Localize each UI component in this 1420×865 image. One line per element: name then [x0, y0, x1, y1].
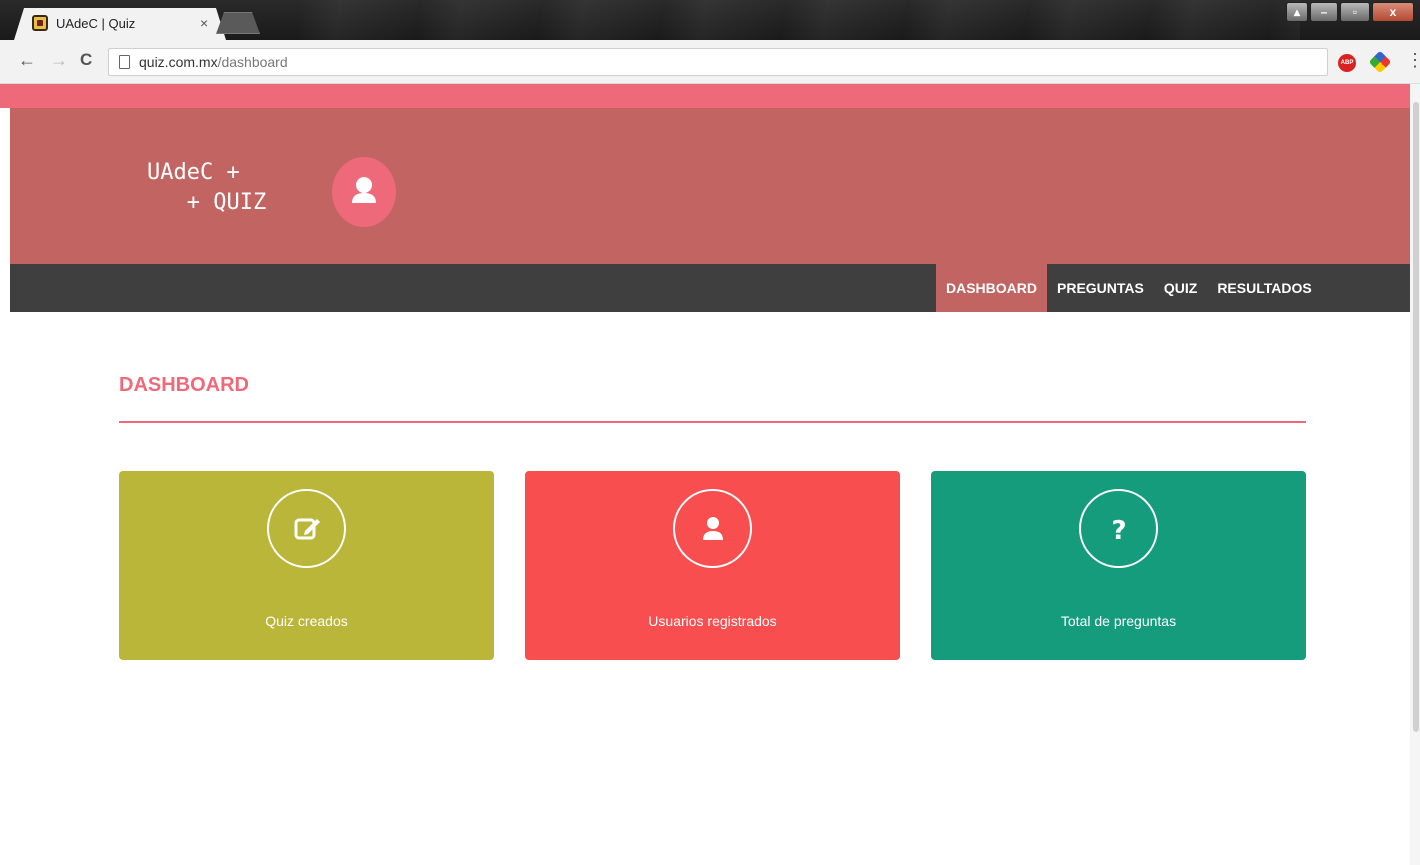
minimize-button[interactable]: – [1310, 2, 1338, 22]
card-label: Total de preguntas [1060, 613, 1177, 629]
nav-item-dashboard[interactable]: DASHBOARD [936, 264, 1047, 312]
close-window-button[interactable]: x [1372, 2, 1414, 22]
browser-titlebar: UAdeC | Quiz × ▴ – ▫ x [0, 0, 1420, 40]
card-label: Usuarios registrados [648, 613, 777, 629]
nav-item-quiz[interactable]: QUIZ [1154, 264, 1207, 312]
edit-icon [294, 518, 320, 539]
adblock-extension-icon[interactable]: ABP [1338, 54, 1356, 72]
window-extra-button[interactable]: ▴ [1286, 2, 1308, 22]
browser-toolbar: ← → C quiz.com.mx/dashboard ABP ⋮ [0, 40, 1420, 84]
top-accent-strip [0, 84, 1410, 108]
card-icon-circle [673, 489, 752, 568]
card-usuarios-registrados[interactable]: Usuarios registrados [525, 471, 900, 660]
tab-title: UAdeC | Quiz [56, 16, 136, 31]
user-icon [702, 516, 723, 540]
card-icon-circle: ? [1079, 489, 1158, 568]
address-bar[interactable]: quiz.com.mx/dashboard [108, 48, 1328, 76]
avatar[interactable] [332, 157, 396, 227]
user-icon [352, 177, 376, 203]
page-scrollbar[interactable] [1410, 84, 1420, 865]
forward-arrow-icon[interactable]: → [50, 50, 68, 71]
title-divider [119, 421, 1306, 423]
svg-text:?: ? [1111, 516, 1126, 546]
nav-item-preguntas[interactable]: PREGUNTAS [1047, 264, 1154, 312]
back-arrow-icon[interactable]: ← [18, 50, 36, 71]
header-banner: UAdeC + + QUIZ [10, 108, 1410, 264]
scrollbar-thumb[interactable] [1413, 102, 1419, 732]
browser-tab[interactable]: UAdeC | Quiz × [14, 8, 226, 40]
site-logo[interactable]: UAdeC + + QUIZ [147, 158, 266, 218]
titlebar-background [300, 0, 1300, 40]
nav-links: DASHBOARD PREGUNTAS QUIZ RESULTADOS [936, 264, 1322, 312]
tab-close-icon[interactable]: × [200, 15, 208, 31]
nav-item-resultados[interactable]: RESULTADOS [1207, 264, 1321, 312]
favicon-icon [32, 15, 48, 31]
window-controls: ▴ – ▫ x [1286, 2, 1414, 22]
page-icon [119, 55, 130, 69]
card-total-de-preguntas[interactable]: ? Total de preguntas [931, 471, 1306, 660]
new-tab-button[interactable] [216, 12, 260, 34]
url-host: quiz.com.mx [139, 54, 218, 70]
browser-menu-icon[interactable]: ⋮ [1406, 50, 1420, 71]
question-icon: ? [1111, 516, 1126, 546]
url-text: quiz.com.mx/dashboard [139, 54, 288, 70]
restore-button[interactable]: ▫ [1340, 2, 1370, 22]
card-icon-circle [267, 489, 346, 568]
card-label: Quiz creados [265, 613, 348, 629]
color-extension-icon[interactable] [1368, 50, 1392, 74]
url-path: /dashboard [217, 54, 288, 70]
page-title: DASHBOARD [119, 374, 249, 396]
card-quiz-creados[interactable]: Quiz creados [119, 471, 494, 660]
main-navbar: DASHBOARD PREGUNTAS QUIZ RESULTADOS [10, 264, 1410, 312]
reload-icon[interactable]: C [80, 50, 92, 70]
page-content: UAdeC + + QUIZ DASHBOARD PREGUNTAS QUIZ … [0, 84, 1420, 865]
